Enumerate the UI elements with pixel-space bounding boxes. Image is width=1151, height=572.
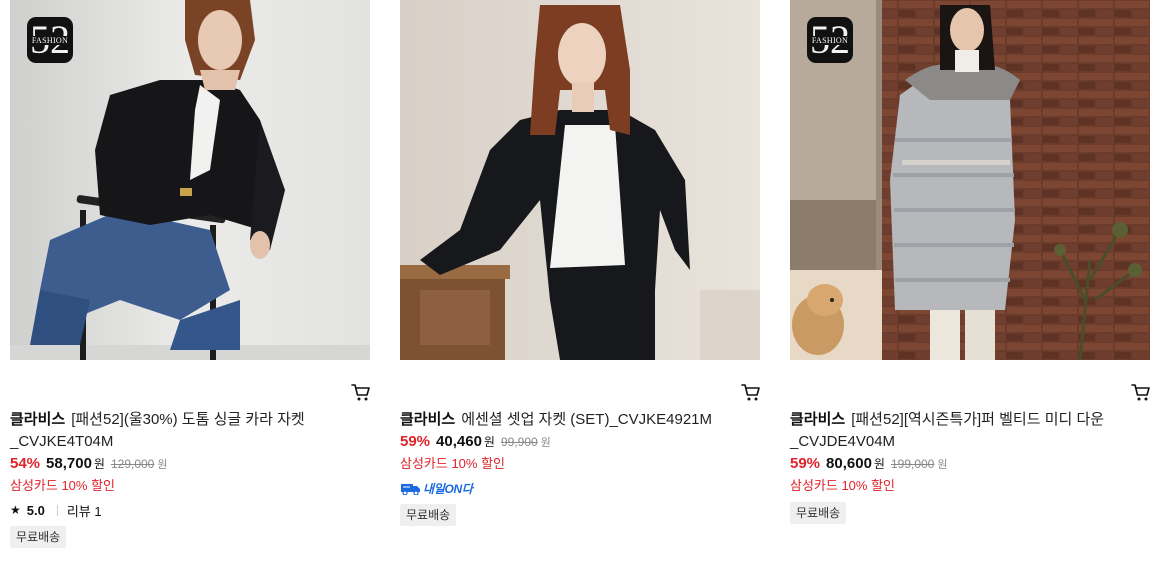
card-discount-text: 삼성카드 10% 할인 [790, 478, 896, 493]
free-shipping-badge: 무료배송 [400, 504, 457, 526]
original-price: 199,000 [890, 457, 935, 471]
product-name: 에센셜 셋업 자켓 (SET)_CVJKE4921M [461, 411, 713, 428]
brand-name: 클라비스 [400, 411, 456, 428]
free-shipping-badge: 무료배송 [10, 526, 67, 548]
original-price-unit: 원 [937, 459, 948, 471]
original-price: 129,000 [110, 457, 155, 471]
sale-price: 58,700 [46, 455, 92, 472]
review-count: 리뷰 1 [66, 503, 102, 519]
next-day-delivery-label: 내일ON다 [423, 481, 473, 496]
discount-rate: 59% [790, 455, 821, 472]
next-day-delivery-tag: 내일ON다 [400, 479, 760, 497]
sale-price: 40,460 [436, 433, 482, 450]
product-card[interactable]: 52 FASHION 클라비스 [패션52](울30%) 도톰 싱글 카라 자켓 … [10, 0, 370, 548]
price-row: 59% 80,600 원 199,000 원 [790, 455, 1150, 475]
rating-score: 5.0 [26, 502, 45, 518]
free-shipping-badge: 무료배송 [790, 502, 847, 524]
product-card[interactable]: 클라비스 에센셜 셋업 자켓 (SET)_CVJKE4921M 59% 40,46… [400, 0, 760, 526]
fashion52-logo-icon: 52 FASHION [807, 17, 853, 63]
price-unit: 원 [483, 435, 495, 449]
card-discount-text: 삼성카드 10% 할인 [400, 456, 506, 471]
brand-name: 클라비스 [10, 411, 66, 428]
original-price-unit: 원 [157, 459, 168, 471]
product-card[interactable]: 52 FASHION 클라비스 [패션52][역시즌특가]퍼 벨티드 미디 다운 … [790, 0, 1150, 524]
price-unit: 원 [873, 457, 885, 471]
original-price: 99,900 [500, 435, 538, 449]
delivery-truck-icon [401, 484, 420, 495]
price-row: 54% 58,700 원 129,000 원 [10, 455, 370, 475]
sale-price: 80,600 [826, 455, 872, 472]
fashion52-logo-icon: 52 FASHION [27, 17, 73, 63]
cart-icon[interactable] [1130, 382, 1151, 402]
card-discount-text: 삼성카드 10% 할인 [10, 478, 116, 493]
product-title[interactable]: 클라비스 [패션52](울30%) 도톰 싱글 카라 자켓 _CVJKE4T04M [10, 409, 370, 453]
price-row: 59% 40,460 원 99,900 원 [400, 433, 760, 453]
discount-rate: 54% [10, 455, 41, 472]
discount-rate: 59% [400, 433, 431, 450]
review-summary[interactable]: ★ 5.0 리뷰 1 [10, 501, 370, 519]
brand-name: 클라비스 [790, 411, 846, 428]
product-photo [400, 0, 760, 360]
product-image[interactable]: 52 FASHION [10, 0, 370, 360]
product-title[interactable]: 클라비스 [패션52][역시즌특가]퍼 벨티드 미디 다운 _CVJDE4V04M [790, 409, 1150, 453]
price-unit: 원 [93, 457, 105, 471]
cart-icon[interactable] [350, 382, 372, 402]
cart-icon[interactable] [740, 382, 762, 402]
product-image[interactable]: 52 FASHION [790, 0, 1150, 360]
star-icon: ★ [10, 503, 21, 517]
divider [56, 504, 58, 516]
product-image[interactable] [400, 0, 760, 360]
product-title[interactable]: 클라비스 에센셜 셋업 자켓 (SET)_CVJKE4921M [400, 409, 760, 431]
original-price-unit: 원 [540, 437, 551, 449]
